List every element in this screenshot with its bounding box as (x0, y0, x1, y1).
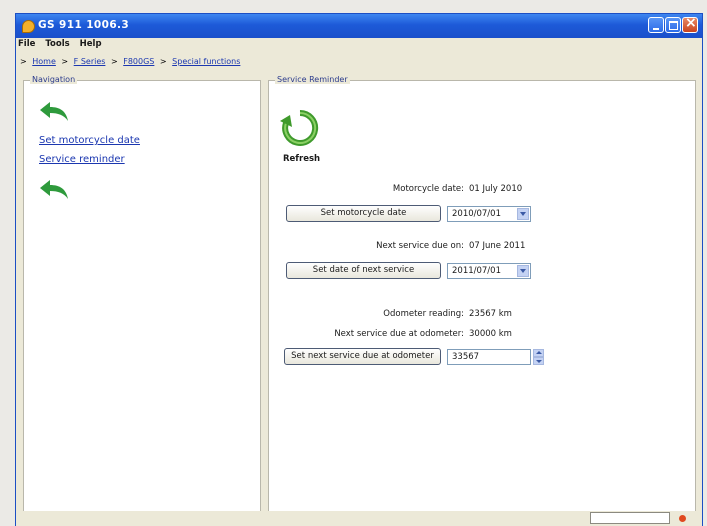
menu-help[interactable]: Help (80, 39, 102, 49)
refresh-icon[interactable] (280, 105, 320, 149)
next-service-date-value: 07 June 2011 (469, 241, 526, 251)
back-arrow-icon[interactable] (38, 179, 70, 201)
title-bar[interactable]: GS 911 1006.3 (16, 14, 702, 38)
nav-link-set-motorcycle-date[interactable]: Set motorcycle date (39, 135, 140, 146)
breadcrumb: > Home > F Series > F800GS > Special fun… (20, 57, 240, 66)
refresh-label[interactable]: Refresh (283, 154, 320, 164)
service-reminder-title: Service Reminder (275, 75, 350, 84)
motorcycle-date-picker-value: 2010/07/01 (452, 209, 501, 219)
motorcycle-date-label: Motorcycle date: (392, 184, 464, 194)
next-service-date-picker-value: 2011/07/01 (452, 266, 501, 276)
next-service-odometer-label: Next service due at odometer: (334, 329, 464, 339)
odometer-reading-label: Odometer reading: (383, 309, 464, 319)
close-button[interactable] (682, 15, 698, 33)
app-icon (22, 20, 35, 33)
connection-status-icon (679, 515, 686, 522)
set-motorcycle-date-button[interactable]: Set motorcycle date (286, 205, 441, 222)
set-next-service-date-button[interactable]: Set date of next service (286, 262, 441, 279)
breadcrumb-home[interactable]: Home (32, 57, 56, 66)
stepper-down-icon[interactable] (533, 357, 544, 365)
set-next-service-odometer-button[interactable]: Set next service due at odometer (284, 348, 441, 365)
next-service-odometer-input[interactable]: 33567 (447, 349, 544, 365)
navigation-panel: Navigation Set motorcycle date Service r… (23, 75, 261, 515)
maximize-button[interactable] (665, 17, 681, 33)
next-service-date-picker[interactable]: 2011/07/01 (447, 263, 531, 279)
back-arrow-icon[interactable] (38, 101, 70, 123)
breadcrumb-separator: > (20, 57, 27, 66)
breadcrumb-f-series[interactable]: F Series (74, 57, 106, 66)
odometer-reading-value: 23567 km (469, 309, 512, 319)
breadcrumb-separator: > (159, 57, 167, 66)
status-field (590, 512, 670, 524)
breadcrumb-separator: > (110, 57, 118, 66)
window-title: GS 911 1006.3 (38, 19, 130, 31)
breadcrumb-special-functions[interactable]: Special functions (172, 57, 240, 66)
chevron-down-icon[interactable] (517, 265, 529, 277)
menu-tools[interactable]: Tools (45, 39, 69, 49)
motorcycle-date-picker[interactable]: 2010/07/01 (447, 206, 531, 222)
navigation-title: Navigation (30, 75, 78, 84)
chevron-down-icon[interactable] (517, 208, 529, 220)
motorcycle-date-value: 01 July 2010 (469, 184, 523, 194)
menu-file[interactable]: File (18, 39, 35, 49)
minimize-button[interactable] (648, 17, 664, 33)
status-bar (16, 511, 702, 526)
app-window: GS 911 1006.3 File Tools Help > Home > F… (15, 13, 703, 526)
stepper[interactable] (533, 349, 544, 365)
service-reminder-panel: Service Reminder Refresh Motorcycle date… (268, 75, 696, 515)
next-service-odometer-input-value: 33567 (452, 352, 480, 362)
breadcrumb-f800gs[interactable]: F800GS (123, 57, 154, 66)
next-service-odometer-value: 30000 km (469, 329, 512, 339)
stepper-up-icon[interactable] (533, 349, 544, 357)
next-service-date-label: Next service due on: (376, 241, 464, 251)
nav-link-service-reminder[interactable]: Service reminder (39, 154, 125, 165)
menu-bar: File Tools Help (18, 39, 109, 53)
breadcrumb-separator: > (61, 57, 69, 66)
